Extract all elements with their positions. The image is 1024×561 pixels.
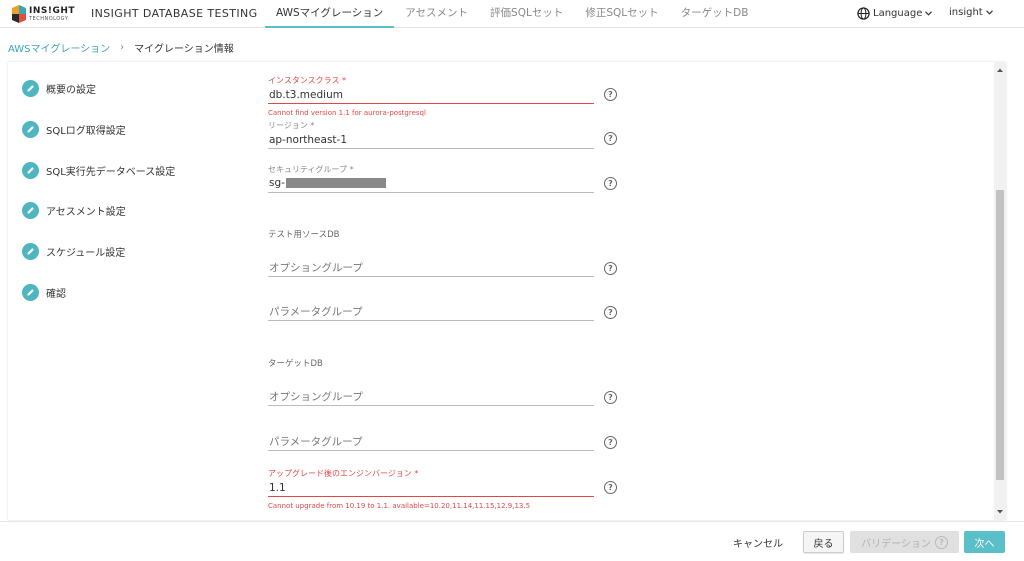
source-option-group-field (268, 259, 594, 277)
target-db-title: ターゲットDB (268, 359, 323, 369)
instance-class-field: インスタンスクラス * (268, 76, 594, 104)
top-navigation-bar: INS!GHT TECHNOLOGY INSIGHT DATABASE TEST… (0, 0, 1024, 28)
footer-action-bar: キャンセル 戻る バリデーション ? 次へ (0, 521, 1024, 561)
instance-class-input[interactable] (268, 86, 594, 104)
source-parameter-group-field (268, 303, 594, 321)
next-button[interactable]: 次へ (964, 531, 1005, 553)
security-group-value: sg- (269, 177, 386, 189)
globe-icon (857, 7, 870, 20)
scroll-up-arrow-icon[interactable] (994, 66, 1006, 74)
engine-version-input[interactable] (268, 479, 594, 497)
region-input[interactable] (268, 131, 594, 149)
pencil-icon (22, 120, 39, 138)
tab-aws-migration[interactable]: AWSマイグレーション (265, 0, 395, 28)
tab-target-db[interactable]: ターゲットDB (670, 0, 760, 28)
step-label: 概要の設定 (46, 84, 96, 96)
breadcrumb-separator: › (120, 42, 125, 53)
region-field: リージョン * (268, 121, 594, 149)
tab-evaluation-sql-set[interactable]: 評価SQLセット (479, 0, 574, 28)
target-parameter-group-field (268, 433, 594, 451)
target-parameter-group-help-icon[interactable]: ? (604, 436, 617, 449)
engine-version-error: Cannot upgrade from 10.19 to 1.1. availa… (268, 502, 531, 510)
step-schedule[interactable]: スケジュール設定 (22, 241, 125, 261)
engine-version-field: アップグレード後のエンジンバージョン * (268, 469, 594, 497)
step-label: 確認 (46, 288, 66, 300)
main-tabs: AWSマイグレーション アセスメント 評価SQLセット 修正SQLセット ターゲ… (265, 0, 759, 28)
step-label: SQLログ取得設定 (46, 125, 126, 137)
step-overview[interactable]: 概要の設定 (22, 78, 96, 98)
instance-class-error: Cannot find version 1.1 for aurora-postg… (268, 109, 426, 117)
pencil-icon (22, 283, 39, 301)
instance-class-label: インスタンスクラス * (268, 76, 347, 85)
test-source-db-title: テスト用ソースDB (268, 230, 340, 240)
chevron-down-icon (925, 11, 933, 16)
user-name: insight (949, 7, 983, 18)
target-option-group-help-icon[interactable]: ? (604, 391, 617, 404)
instance-class-help-icon[interactable]: ? (604, 88, 617, 101)
source-parameter-group-input[interactable] (268, 303, 594, 321)
security-group-field: セキュリティグループ * sg- (268, 165, 594, 193)
scrollbar-thumb[interactable] (996, 190, 1004, 480)
step-assessment[interactable]: アセスメント設定 (22, 200, 126, 220)
source-option-group-help-icon[interactable]: ? (604, 262, 617, 275)
step-label: スケジュール設定 (46, 247, 126, 259)
validate-button[interactable]: バリデーション ? (850, 531, 959, 553)
pencil-icon (22, 242, 39, 260)
pencil-icon (22, 201, 39, 219)
step-label: SQL実行先データベース設定 (46, 166, 176, 178)
pencil-icon (22, 79, 39, 97)
security-group-help-icon[interactable]: ? (604, 177, 617, 190)
region-label: リージョン * (268, 121, 315, 130)
question-circle-icon: ? (934, 535, 948, 549)
breadcrumb: AWSマイグレーション › マイグレーション情報 (8, 40, 234, 55)
user-menu[interactable]: insight (949, 7, 993, 18)
security-group-prefix: sg- (269, 177, 285, 189)
target-option-group-field (268, 388, 594, 406)
pencil-icon (22, 161, 39, 179)
back-button[interactable]: 戻る (803, 531, 844, 553)
security-group-label: セキュリティグループ * (268, 165, 354, 174)
logo-subtext: TECHNOLOGY (29, 16, 69, 22)
scroll-down-arrow-icon[interactable] (994, 508, 1006, 516)
company-logo[interactable]: INS!GHT TECHNOLOGY (12, 5, 82, 23)
region-help-icon[interactable]: ? (604, 132, 617, 145)
breadcrumb-current: マイグレーション情報 (134, 44, 234, 55)
language-selector[interactable]: Language (857, 7, 933, 20)
tab-assessment[interactable]: アセスメント (394, 0, 479, 28)
cancel-button[interactable]: キャンセル (733, 535, 783, 550)
logo-text: INS!GHT (29, 6, 76, 16)
engine-version-help-icon[interactable]: ? (604, 481, 617, 494)
app-title: INSIGHT DATABASE TESTING (91, 7, 258, 20)
step-sql-target-db[interactable]: SQL実行先データベース設定 (22, 160, 175, 180)
step-sql-log[interactable]: SQLログ取得設定 (22, 119, 126, 139)
validate-label: バリデーション (861, 538, 931, 550)
tab-fixed-sql-set[interactable]: 修正SQLセット (574, 0, 669, 28)
logo-mark-icon (12, 5, 26, 23)
step-label: アセスメント設定 (46, 206, 126, 218)
source-parameter-group-help-icon[interactable]: ? (604, 306, 617, 319)
source-option-group-input[interactable] (268, 259, 594, 277)
step-confirm[interactable]: 確認 (22, 282, 66, 302)
engine-version-label: アップグレード後のエンジンバージョン * (268, 469, 419, 478)
language-label: Language (873, 8, 923, 19)
chevron-down-icon (985, 10, 993, 15)
breadcrumb-link-aws-migration[interactable]: AWSマイグレーション (8, 40, 110, 55)
redacted-value (285, 178, 386, 188)
scrollbar[interactable] (994, 62, 1006, 520)
target-option-group-input[interactable] (268, 388, 594, 406)
target-parameter-group-input[interactable] (268, 433, 594, 451)
